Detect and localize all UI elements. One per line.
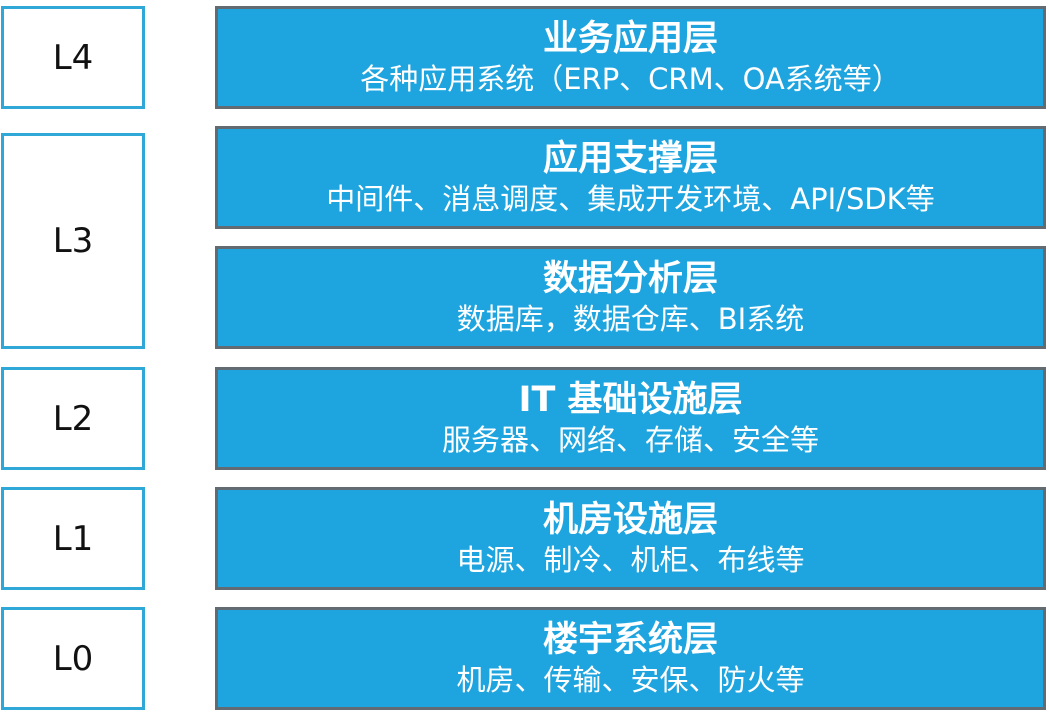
layer-subtitle: 服务器、网络、存储、安全等 bbox=[441, 422, 819, 457]
layer-machine-room-facility: 机房设施层 电源、制冷、机柜、布线等 bbox=[215, 487, 1046, 590]
level-label: L1 bbox=[52, 518, 94, 559]
layer-subtitle: 数据库，数据仓库、BI系统 bbox=[456, 301, 805, 336]
level-l3: L3 bbox=[1, 133, 145, 349]
level-label: L2 bbox=[52, 398, 94, 439]
layer-title: 楼宇系统层 bbox=[542, 619, 718, 660]
layer-title: 数据分析层 bbox=[542, 258, 718, 299]
layer-title: 应用支撑层 bbox=[542, 138, 718, 179]
layer-data-analysis: 数据分析层 数据库，数据仓库、BI系统 bbox=[215, 246, 1046, 349]
level-label: L3 bbox=[52, 221, 94, 261]
layer-subtitle: 电源、制冷、机柜、布线等 bbox=[456, 542, 805, 577]
layer-subtitle: 机房、传输、安保、防火等 bbox=[456, 662, 805, 697]
layer-subtitle: 中间件、消息调度、集成开发环境、API/SDK等 bbox=[326, 181, 935, 216]
layer-title: 业务应用层 bbox=[542, 18, 718, 59]
layer-title: IT 基础设施层 bbox=[518, 379, 743, 420]
level-l4: L4 bbox=[1, 6, 145, 109]
level-label: L4 bbox=[52, 37, 94, 78]
level-l1: L1 bbox=[1, 487, 145, 590]
layer-it-infrastructure: IT 基础设施层 服务器、网络、存储、安全等 bbox=[215, 367, 1046, 470]
layer-title: 机房设施层 bbox=[542, 499, 718, 540]
layer-building-system: 楼宇系统层 机房、传输、安保、防火等 bbox=[215, 607, 1046, 710]
level-l0: L0 bbox=[1, 607, 145, 710]
layer-business-application: 业务应用层 各种应用系统（ERP、CRM、OA系统等） bbox=[215, 6, 1046, 109]
level-label: L0 bbox=[52, 638, 94, 679]
level-l2: L2 bbox=[1, 367, 145, 470]
layer-application-support: 应用支撑层 中间件、消息调度、集成开发环境、API/SDK等 bbox=[215, 126, 1046, 229]
layer-subtitle: 各种应用系统（ERP、CRM、OA系统等） bbox=[360, 61, 901, 96]
